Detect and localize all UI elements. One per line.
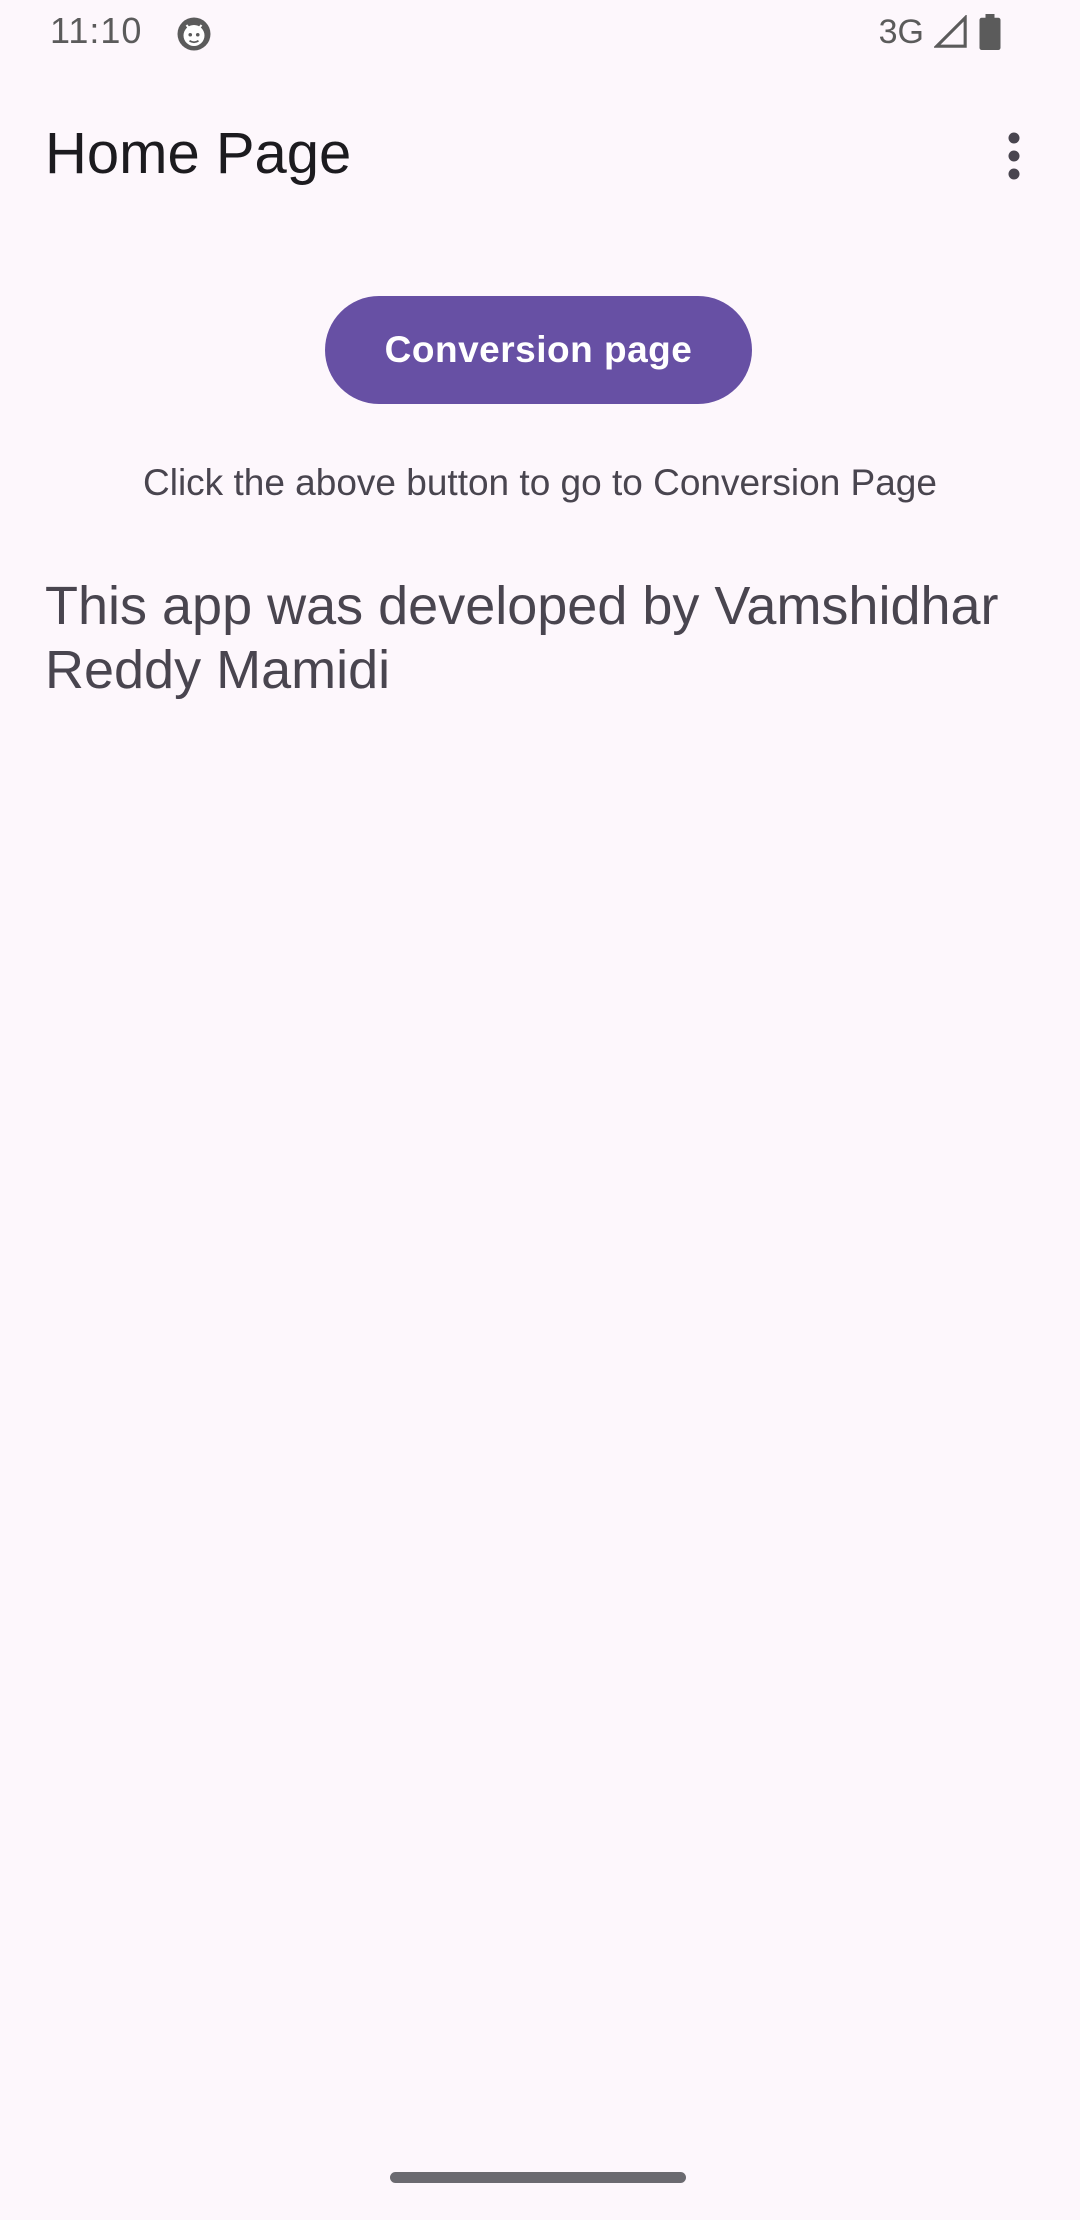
developer-note: This app was developed by Vamshidhar Red… xyxy=(45,576,999,700)
battery-icon xyxy=(979,14,1001,50)
status-time: 11:10 xyxy=(50,10,143,51)
page-title: Home Page xyxy=(45,121,352,186)
status-indicators: 3G xyxy=(879,10,1002,54)
cell-signal-icon xyxy=(934,15,967,48)
android-debug-icon xyxy=(177,17,211,51)
status-bar: 11:10 3G xyxy=(0,0,1080,70)
screen: 11:10 3G Home Page Conversion page Click… xyxy=(0,0,1080,2220)
network-type: 3G xyxy=(878,12,924,51)
conversion-page-button[interactable]: Conversion page xyxy=(325,296,752,404)
more-vert-icon xyxy=(1008,132,1020,180)
hint-text: Click the above button to go to Conversi… xyxy=(143,462,937,503)
overflow-menu-button[interactable] xyxy=(978,120,1050,192)
top-app-bar: Home Page xyxy=(0,100,1080,212)
gesture-nav-handle[interactable] xyxy=(390,2172,686,2183)
